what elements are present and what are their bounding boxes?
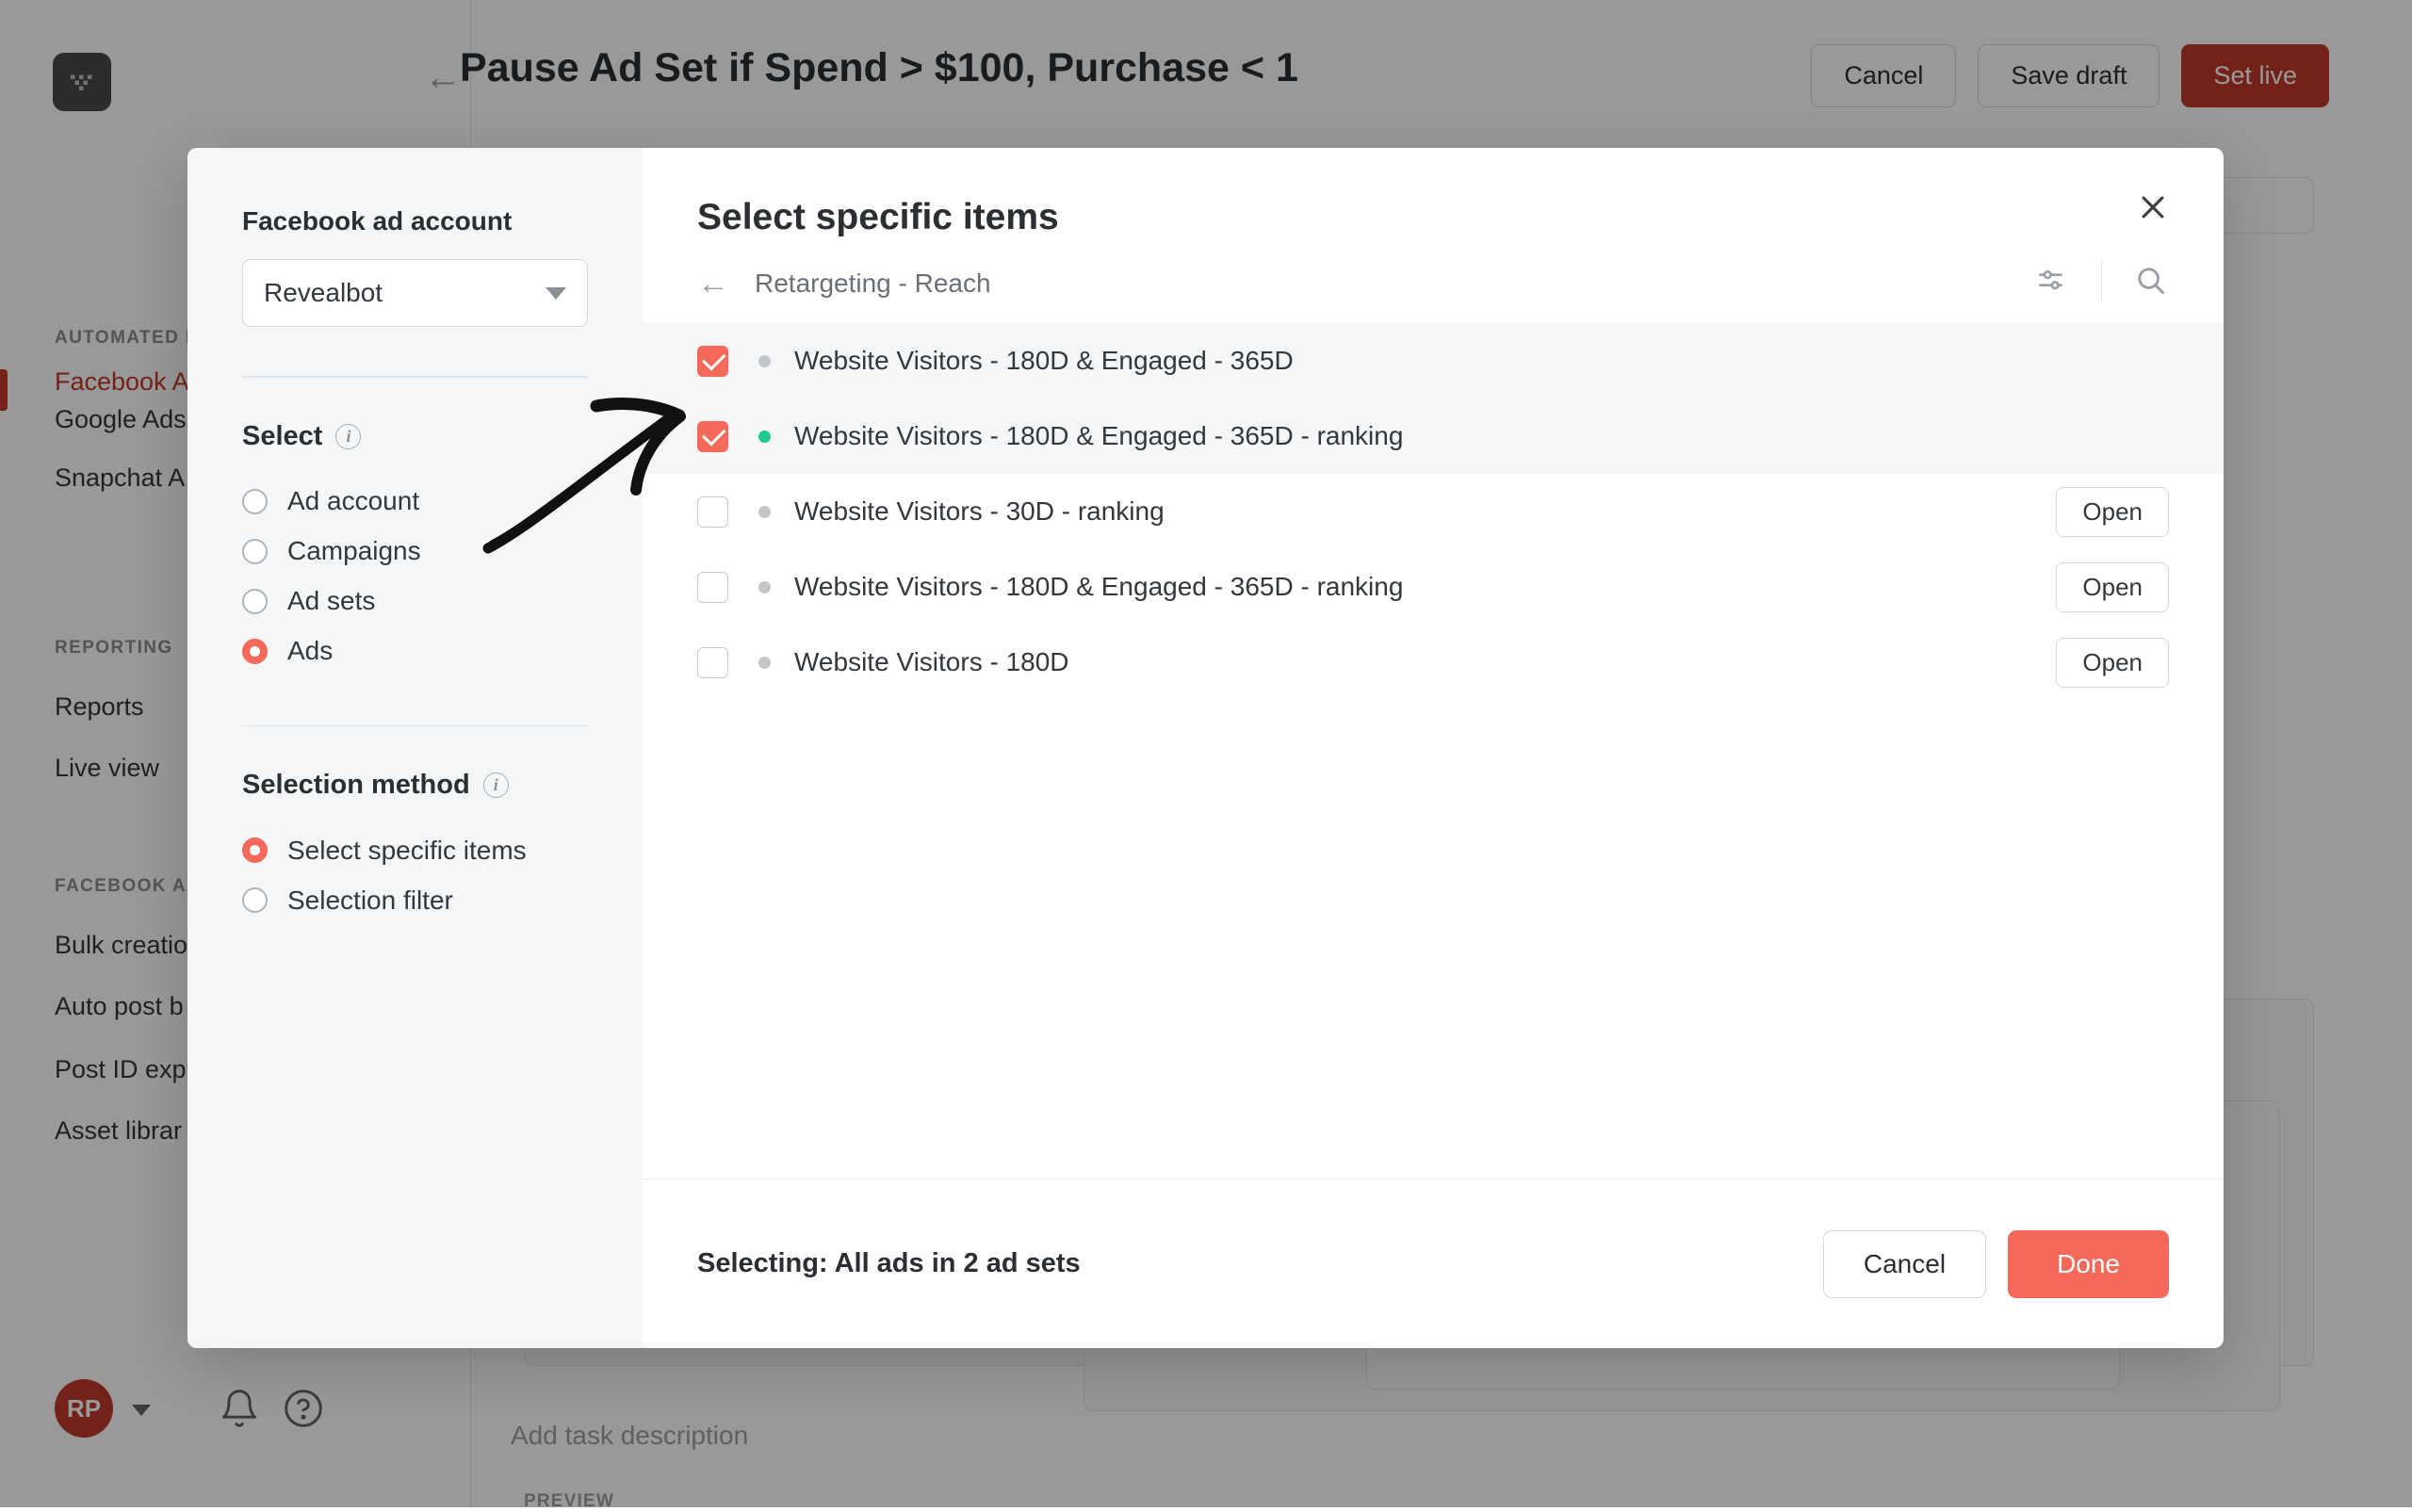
tools-divider <box>2101 261 2103 301</box>
ad-account-select-value: Revealbot <box>264 278 383 308</box>
row-checkbox[interactable] <box>697 346 728 377</box>
radio-selection-filter-label: Selection filter <box>287 886 453 916</box>
radio-select-specific-items-label: Select specific items <box>287 836 527 866</box>
row-label: Website Visitors - 180D & Engaged - 365D… <box>794 572 1403 602</box>
search-icon[interactable] <box>2133 263 2169 299</box>
radio-ad-sets-label: Ad sets <box>287 586 375 616</box>
radio-ads-indicator <box>242 639 268 664</box>
items-list: Website Visitors - 180D & Engaged - 365D… <box>643 323 2224 700</box>
row-checkbox[interactable] <box>697 572 728 603</box>
row-label: Website Visitors - 30D - ranking <box>794 496 1165 527</box>
open-button[interactable]: Open <box>2056 638 2169 688</box>
status-badge <box>758 581 771 593</box>
ad-account-select[interactable]: Revealbot <box>242 259 588 327</box>
table-row[interactable]: Website Visitors - 30D - ranking Open <box>643 474 2224 549</box>
row-label: Website Visitors - 180D & Engaged - 365D… <box>794 421 1403 451</box>
chevron-down-icon <box>546 287 566 300</box>
open-button[interactable]: Open <box>2056 562 2169 612</box>
selection-method-section-header: Selection method i <box>242 770 588 801</box>
radio-ad-account-indicator <box>242 489 268 514</box>
radio-ad-sets-indicator <box>242 589 268 614</box>
facebook-ad-account-label: Facebook ad account <box>242 206 588 236</box>
info-icon[interactable]: i <box>483 772 509 798</box>
info-icon[interactable]: i <box>335 424 361 449</box>
radio-ad-account[interactable]: Ad account <box>242 477 588 527</box>
radio-selection-filter[interactable]: Selection filter <box>242 875 588 925</box>
radio-campaigns-indicator <box>242 539 268 564</box>
row-checkbox[interactable] <box>697 496 728 528</box>
radio-campaigns[interactable]: Campaigns <box>242 527 588 577</box>
select-section-header: Select i <box>242 421 588 452</box>
radio-ads-label: Ads <box>287 636 333 666</box>
radio-select-specific-items-indicator <box>242 837 268 863</box>
status-badge <box>758 431 771 443</box>
row-checkbox[interactable] <box>697 647 728 678</box>
open-button[interactable]: Open <box>2056 487 2169 537</box>
modal-footer: Selecting: All ads in 2 ad sets Cancel D… <box>643 1179 2224 1348</box>
cancel-button[interactable]: Cancel <box>1823 1230 1986 1298</box>
radio-select-specific-items[interactable]: Select specific items <box>242 825 588 875</box>
table-row[interactable]: Website Visitors - 180D & Engaged - 365D… <box>643 549 2224 625</box>
modal-left-panel: Facebook ad account Revealbot Select i A… <box>187 148 643 1348</box>
table-row[interactable]: Website Visitors - 180D Open <box>643 625 2224 700</box>
radio-selection-filter-indicator <box>242 887 268 913</box>
close-icon[interactable] <box>2129 184 2176 231</box>
table-row[interactable]: Website Visitors - 180D & Engaged - 365D <box>643 323 2224 398</box>
radio-ad-sets[interactable]: Ad sets <box>242 577 588 626</box>
list-tools <box>2034 261 2170 301</box>
radio-ad-account-label: Ad account <box>287 486 419 516</box>
breadcrumb-text[interactable]: Retargeting - Reach <box>755 268 991 299</box>
table-row[interactable]: Website Visitors - 180D & Engaged - 365D… <box>643 398 2224 474</box>
row-label: Website Visitors - 180D <box>794 647 1069 677</box>
select-section-title: Select <box>242 421 322 452</box>
footer-actions: Cancel Done <box>1823 1230 2169 1298</box>
left-panel-divider-2 <box>242 725 588 727</box>
breadcrumb: ← Retargeting - Reach <box>643 238 2224 300</box>
modal-right-panel: Select specific items ← Retargeting - Re… <box>643 148 2224 1348</box>
left-panel-divider-1 <box>242 376 588 378</box>
status-badge <box>758 355 771 367</box>
radio-campaigns-label: Campaigns <box>287 536 421 566</box>
row-checkbox[interactable] <box>697 421 728 452</box>
select-items-modal: Facebook ad account Revealbot Select i A… <box>187 148 2224 1348</box>
selection-method-title: Selection method <box>242 770 470 801</box>
radio-ads[interactable]: Ads <box>242 626 588 676</box>
back-arrow-icon[interactable]: ← <box>697 268 729 300</box>
row-label: Website Visitors - 180D & Engaged - 365D <box>794 346 1294 376</box>
sliders-icon[interactable] <box>2034 263 2070 299</box>
status-badge <box>758 657 771 669</box>
modal-title: Select specific items <box>643 197 2224 238</box>
selection-status-text: Selecting: All ads in 2 ad sets <box>697 1248 1081 1279</box>
done-button[interactable]: Done <box>2008 1230 2169 1298</box>
status-badge <box>758 506 771 518</box>
